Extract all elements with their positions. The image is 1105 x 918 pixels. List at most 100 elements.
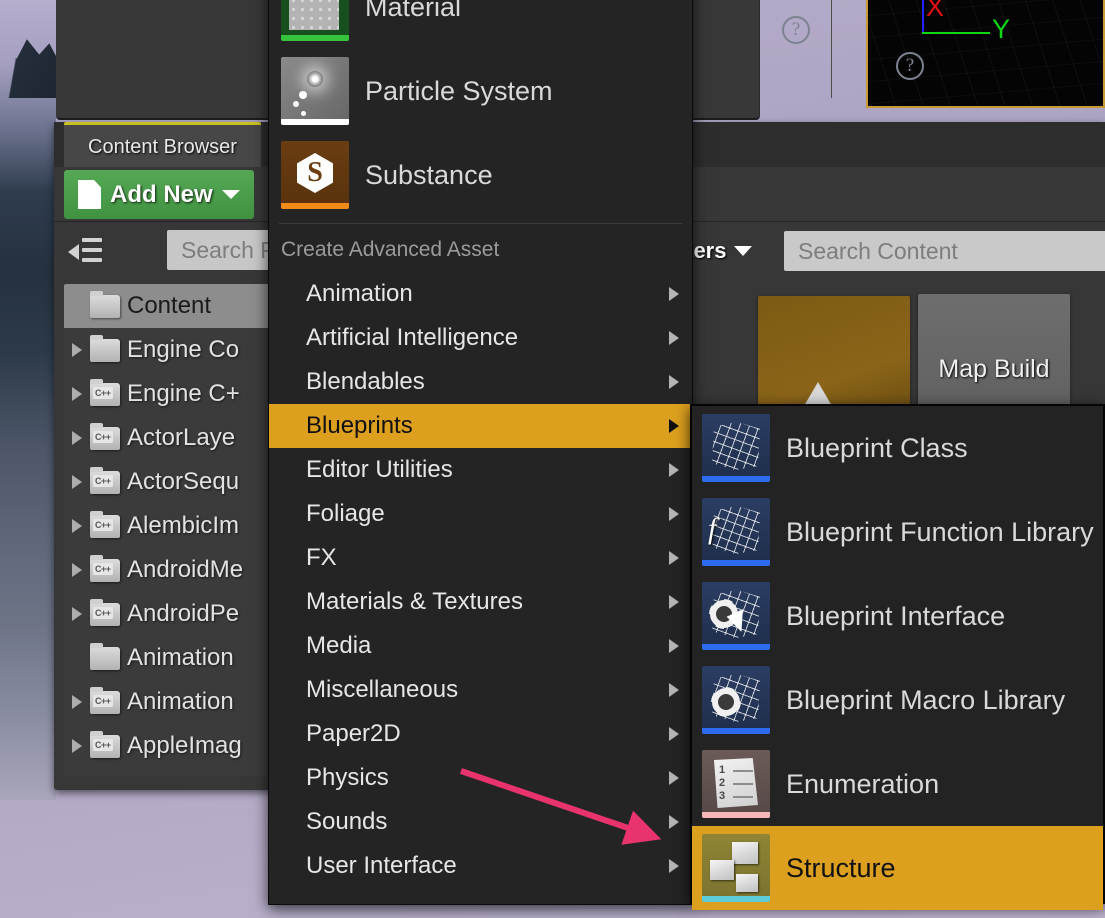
expand-triangle-icon[interactable] [72, 519, 82, 533]
submenu-item-structure[interactable]: Structure [692, 826, 1103, 910]
add-new-label: Add New [110, 180, 213, 208]
menu-item-fx[interactable]: FX [269, 536, 692, 580]
asset-type-color-bar [702, 896, 770, 902]
add-new-context-menu[interactable]: Material Particle System Substance Create … [268, 0, 693, 905]
submenu-item-blueprint-macro-library[interactable]: Blueprint Macro Library [692, 658, 1103, 742]
blueprint-function-library-icon: f [702, 498, 770, 566]
menu-item-foliage[interactable]: Foliage [269, 492, 692, 536]
folder-cpp-icon [90, 686, 120, 714]
expand-triangle-icon[interactable] [72, 387, 82, 401]
menu-item-substance[interactable]: Substance [269, 133, 692, 217]
tree-row-label: ActorSequ [127, 468, 240, 495]
asset-type-color-bar [281, 203, 349, 209]
material-grid [289, 0, 339, 30]
substance-hex-logo [297, 153, 333, 193]
menu-item-label: Foliage [306, 500, 385, 527]
asset-type-color-bar [702, 476, 770, 482]
submenu-arrow-icon [669, 287, 679, 301]
expand-triangle-icon[interactable] [72, 475, 82, 489]
structure-node [736, 874, 758, 892]
asset-type-color-bar [702, 644, 770, 650]
menu-item-miscellaneous[interactable]: Miscellaneous [269, 668, 692, 712]
axis-y-label: Y [992, 14, 1011, 44]
tree-row-label: Animation [127, 644, 234, 671]
menu-item-label: FX [306, 544, 337, 571]
menu-item-animation[interactable]: Animation [269, 272, 692, 316]
expand-triangle-icon[interactable] [72, 343, 82, 357]
collapse-triangle-icon [68, 244, 79, 260]
menu-item-sounds[interactable]: Sounds [269, 800, 692, 844]
enum-line [733, 796, 753, 798]
asset-tile-label: Map Build [938, 354, 1050, 383]
menu-item-material[interactable]: Material [269, 0, 692, 49]
axis-z-line [922, 0, 924, 34]
menu-item-artificial-intelligence[interactable]: Artificial Intelligence [269, 316, 692, 360]
expand-triangle-icon[interactable] [72, 695, 82, 709]
blueprint-interface-icon [702, 582, 770, 650]
tree-row-label: Engine Co [127, 336, 240, 363]
advanced-asset-category-list[interactable]: Animation Artificial Intelligence Blendabl… [269, 272, 692, 888]
expand-triangle-icon[interactable] [72, 739, 82, 753]
asset-type-color-bar [702, 812, 770, 818]
enum-page-glyph: 123 [714, 758, 758, 808]
asset-type-color-bar [281, 35, 349, 41]
submenu-arrow-icon [669, 815, 679, 829]
menu-item-physics[interactable]: Physics [269, 756, 692, 800]
menu-item-label: Blueprints [306, 412, 413, 439]
expand-triangle-icon[interactable] [72, 563, 82, 577]
help-icon[interactable]: ? [782, 16, 810, 44]
particle-dot [293, 101, 299, 107]
blueprint-sheet-glyph [712, 506, 760, 554]
menu-item-editor-utilities[interactable]: Editor Utilities [269, 448, 692, 492]
search-content-input[interactable]: Search Content [784, 231, 1105, 271]
tree-row-label: ActorLaye [127, 424, 236, 451]
menu-item-label: Particle System [365, 75, 553, 106]
folder-cpp-icon [90, 598, 120, 626]
tab-content-browser[interactable]: Content Browser [64, 122, 261, 167]
collapse-paths-icon[interactable] [68, 236, 102, 264]
expand-triangle-icon[interactable] [72, 607, 82, 621]
submenu-arrow-icon [669, 683, 679, 697]
enum-line [733, 770, 753, 772]
submenu-item-label: Blueprint Function Library [786, 516, 1094, 547]
menu-item-label: Paper2D [306, 720, 401, 747]
submenu-item-label: Blueprint Macro Library [786, 684, 1066, 715]
menu-item-paper2d[interactable]: Paper2D [269, 712, 692, 756]
blueprint-sheet-glyph [712, 422, 760, 470]
add-new-button[interactable]: Add New [64, 170, 254, 219]
folder-icon [90, 642, 120, 670]
help-question-icon: ? [782, 16, 810, 44]
particle-dot [301, 111, 306, 116]
menu-item-user-interface[interactable]: User Interface [269, 844, 692, 888]
submenu-item-enumeration[interactable]: 1 2 3 Enumeration [692, 742, 1103, 826]
submenu-arrow-icon [669, 507, 679, 521]
enum-number: 2 [719, 777, 726, 789]
menu-item-media[interactable]: Media [269, 624, 692, 668]
basic-asset-list[interactable]: Material Particle System Substance [269, 0, 692, 217]
viewport-help-icon[interactable]: ? [896, 52, 924, 80]
submenu-arrow-icon [669, 859, 679, 873]
menu-item-label: User Interface [306, 852, 457, 879]
menu-item-particle-system[interactable]: Particle System [269, 49, 692, 133]
menu-item-label: Physics [306, 764, 389, 791]
expand-triangle-icon[interactable] [72, 431, 82, 445]
menu-item-blendables[interactable]: Blendables [269, 360, 692, 404]
submenu-item-blueprint-interface[interactable]: Blueprint Interface [692, 574, 1103, 658]
submenu-arrow-icon [669, 639, 679, 653]
substance-asset-icon [281, 141, 349, 209]
submenu-item-blueprint-class[interactable]: Blueprint Class [692, 406, 1103, 490]
submenu-arrow-icon [669, 419, 679, 433]
blueprint-class-icon [702, 414, 770, 482]
tree-row-label: AlembicIm [127, 512, 240, 539]
menu-item-materials-textures[interactable]: Materials & Textures [269, 580, 692, 624]
help-question-icon: ? [896, 52, 924, 80]
enum-number: 3 [719, 790, 726, 802]
submenu-item-label: Blueprint Interface [786, 600, 1006, 631]
blueprints-submenu[interactable]: Blueprint Class f Blueprint Function Libra… [690, 404, 1105, 910]
menu-item-blueprints[interactable]: Blueprints [269, 404, 692, 448]
tree-row-label: AppleImag [127, 732, 242, 759]
level-viewport[interactable]: Z X Y ? [866, 0, 1105, 108]
tree-row-label: Animation [127, 688, 234, 715]
submenu-item-blueprint-function-library[interactable]: f Blueprint Function Library [692, 490, 1103, 574]
